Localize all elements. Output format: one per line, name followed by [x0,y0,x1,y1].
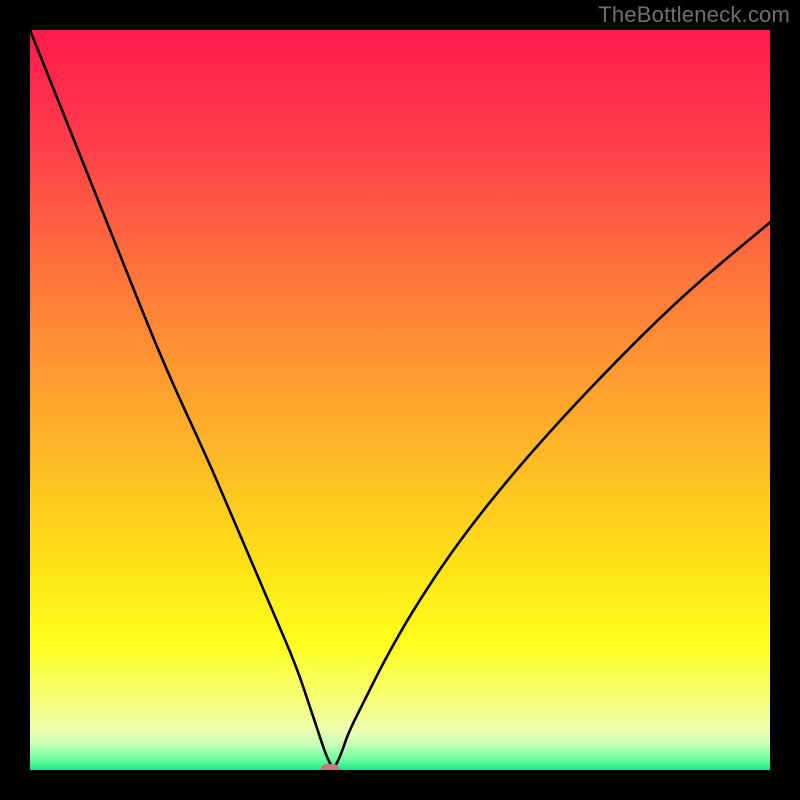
optimal-point-marker [320,764,339,770]
bottleneck-curve [30,30,770,770]
watermark-text: TheBottleneck.com [598,2,790,28]
plot-area [30,30,770,770]
